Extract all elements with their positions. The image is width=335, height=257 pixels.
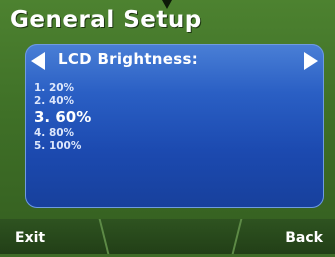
brightness-options: 1. 20% 2. 40% 3. 60% 4. 80% 5. 100% — [34, 82, 184, 153]
setting-label: LCD Brightness: — [58, 50, 199, 68]
setting-header: LCD Brightness: — [25, 49, 324, 75]
settings-panel: LCD Brightness: 1. 20% 2. 40% 3. 60% 4. … — [25, 44, 324, 208]
option-60-selected[interactable]: 3. 60% — [34, 108, 184, 127]
page-title: General Setup — [10, 7, 202, 33]
option-100[interactable]: 5. 100% — [34, 140, 184, 153]
exit-label: Exit — [15, 230, 46, 246]
exit-softkey[interactable]: Exit — [0, 219, 105, 254]
softkey-bar: Exit Back — [0, 219, 335, 254]
arrow-right-icon[interactable] — [304, 52, 318, 70]
middle-softkey[interactable] — [110, 219, 230, 254]
option-80[interactable]: 4. 80% — [34, 127, 184, 140]
back-label: Back — [285, 230, 323, 246]
device-screen: General Setup LCD Brightness: 1. 20% 2. … — [0, 0, 335, 254]
option-40[interactable]: 2. 40% — [34, 95, 184, 108]
back-softkey[interactable]: Back — [240, 219, 335, 254]
option-20[interactable]: 1. 20% — [34, 82, 184, 95]
arrow-left-icon[interactable] — [31, 52, 45, 70]
